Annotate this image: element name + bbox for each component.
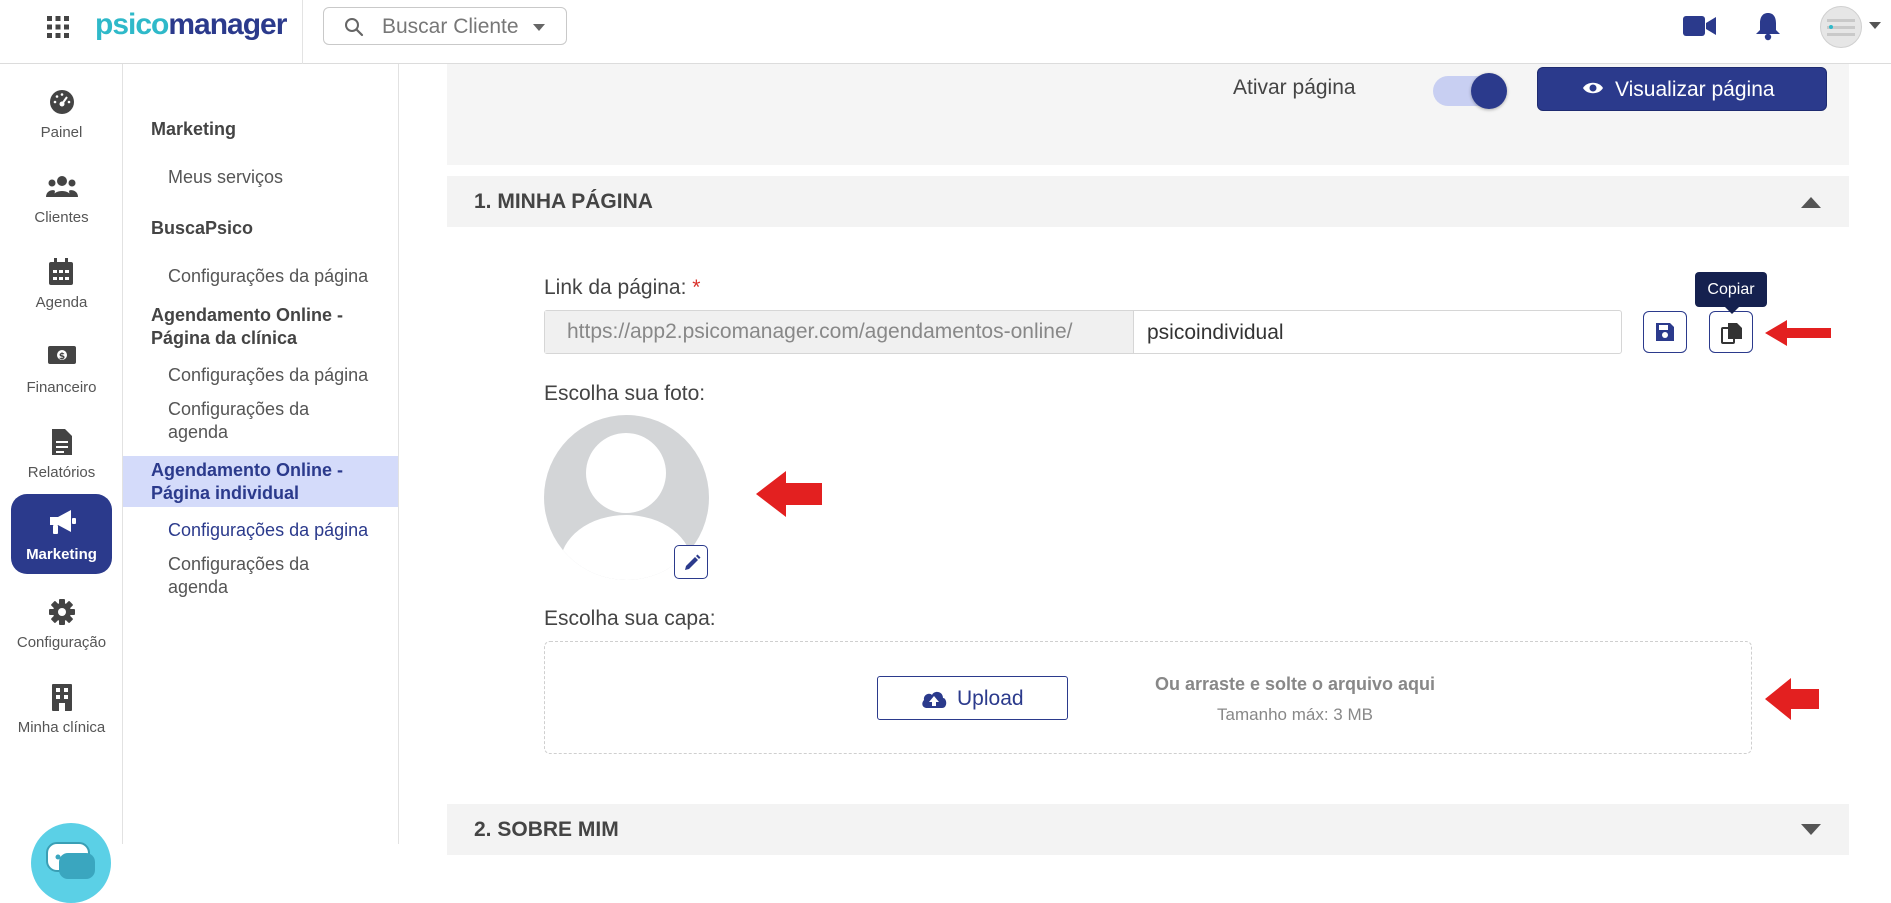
subnav-item-clinica-config-pagina[interactable]: Configurações da página — [168, 364, 388, 387]
marketing-subnav: Marketing Meus serviços BuscaPsico Confi… — [123, 64, 399, 844]
nav-relatorios[interactable]: Relatórios — [11, 412, 112, 492]
upload-button[interactable]: Upload — [877, 676, 1068, 720]
chevron-down-icon[interactable] — [532, 23, 546, 32]
edit-photo-button[interactable] — [674, 545, 708, 579]
activate-page-label: Ativar página — [1233, 76, 1356, 99]
megaphone-icon — [50, 510, 76, 534]
chevron-down-icon[interactable] — [1869, 22, 1881, 30]
cloud-upload-icon — [922, 691, 947, 708]
building-icon — [52, 684, 72, 711]
nav-financeiro[interactable]: $ Financeiro — [11, 327, 112, 407]
drop-instructions: Ou arraste e solte o arquivo aqui — [1154, 674, 1436, 694]
gear-icon — [49, 599, 75, 625]
chat-support-button[interactable] — [31, 823, 111, 903]
search-icon — [345, 18, 364, 37]
eye-icon — [1583, 82, 1603, 94]
link-prefix: https://app2.psicomanager.com/agendament… — [545, 311, 1134, 353]
save-link-button[interactable] — [1643, 311, 1687, 353]
page-link-field: https://app2.psicomanager.com/agendament… — [544, 310, 1622, 354]
copy-link-button[interactable] — [1709, 311, 1753, 353]
main-content: Ativar página Visualizar página 1. MINHA… — [399, 64, 1891, 855]
nav-clientes[interactable]: Clientes — [11, 157, 112, 237]
page-header-strip: Ativar página Visualizar página — [447, 64, 1849, 165]
chevron-down-icon — [1801, 824, 1821, 835]
top-bar: psicomanager — [0, 0, 1891, 64]
subnav-item-individual-config-agenda[interactable]: Configurações da agenda — [168, 553, 338, 599]
copy-icon — [1721, 323, 1742, 344]
subnav-item-buscapsico-config[interactable]: Configurações da página — [168, 265, 388, 288]
nav-agenda[interactable]: Agenda — [11, 242, 112, 322]
subnav-item-individual-config-pagina[interactable]: Configurações da página — [168, 519, 388, 542]
search-input[interactable] — [380, 11, 534, 43]
subnav-item-clinica-config-agenda[interactable]: Configurações da agenda — [168, 398, 338, 444]
subnav-heading-buscapsico: BuscaPsico — [151, 218, 254, 238]
photo-label: Escolha sua foto: — [544, 382, 706, 405]
logo-divider — [302, 0, 303, 64]
required-asterisk: * — [692, 276, 701, 299]
red-arrow-left-icon — [1765, 320, 1831, 346]
red-arrow-left-icon — [756, 471, 822, 517]
view-page-button[interactable]: Visualizar página — [1537, 67, 1827, 111]
video-camera-icon[interactable] — [1683, 14, 1717, 38]
max-size-note: Tamanho máx: 3 MB — [1217, 705, 1373, 724]
link-label: Link da página: * — [544, 276, 701, 299]
brand-logo[interactable]: psicomanager — [95, 8, 287, 42]
cover-label: Escolha sua capa: — [544, 607, 716, 630]
nav-marketing[interactable]: Marketing — [11, 494, 112, 574]
report-icon — [52, 429, 72, 455]
bell-icon[interactable] — [1754, 11, 1782, 41]
subnav-heading-marketing: Marketing — [151, 119, 237, 139]
activate-page-toggle[interactable] — [1433, 73, 1507, 109]
cover-dropzone[interactable]: Upload Ou arraste e solte o arquivo aqui… — [544, 641, 1752, 754]
section-minha-pagina-header[interactable]: 1. MINHA PÁGINA — [447, 176, 1849, 227]
svg-text:$: $ — [59, 352, 65, 362]
subnav-item-meus-servicos[interactable]: Meus serviços — [168, 166, 388, 189]
page-slug-input[interactable] — [1145, 315, 1609, 351]
nav-minha-clinica[interactable]: Minha clínica — [11, 667, 112, 747]
chevron-up-icon — [1801, 197, 1821, 208]
money-icon: $ — [48, 346, 76, 364]
client-search[interactable] — [323, 7, 567, 45]
subnav-heading-clinica: Agendamento Online - Página da clínica — [151, 305, 344, 348]
toggle-knob — [1471, 73, 1507, 109]
main-nav-rail: Painel Clientes Agenda $ Financeiro Rela… — [0, 64, 123, 903]
gauge-icon — [50, 90, 74, 114]
red-arrow-left-icon — [1765, 678, 1819, 720]
users-icon — [46, 176, 78, 197]
user-avatar[interactable] — [1820, 6, 1862, 48]
chat-icon — [46, 842, 95, 879]
calendar-icon — [49, 258, 73, 285]
floppy-disk-icon — [1656, 323, 1674, 341]
apps-grid-icon[interactable] — [46, 15, 70, 39]
section-sobre-mim-header[interactable]: 2. SOBRE MIM — [447, 804, 1849, 855]
nav-painel[interactable]: Painel — [11, 72, 112, 152]
nav-configuracao[interactable]: Configuração — [11, 582, 112, 662]
pencil-icon — [685, 554, 701, 570]
avatar-image-icon — [1827, 19, 1855, 36]
copy-tooltip: Copiar — [1695, 272, 1767, 314]
subnav-heading-individual[interactable]: Agendamento Online - Página individual — [151, 459, 381, 505]
